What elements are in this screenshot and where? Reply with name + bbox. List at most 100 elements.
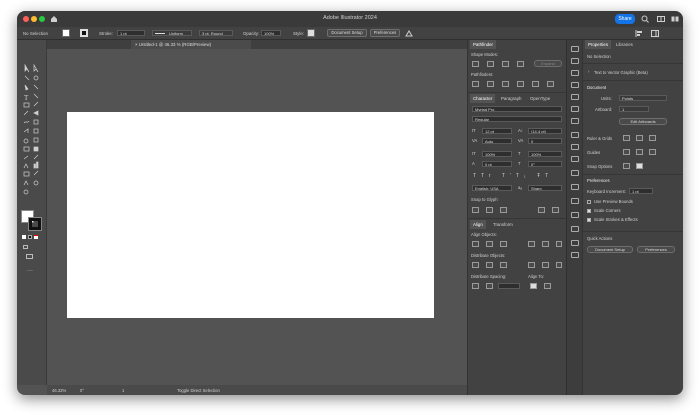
tab-opentype[interactable]: OpenType — [527, 94, 553, 103]
brushes-strip-icon[interactable] — [571, 94, 579, 100]
fill-swatch[interactable] — [62, 29, 70, 37]
minus-back-icon[interactable] — [547, 81, 554, 87]
snap-glyph-bounds-icon[interactable] — [500, 207, 507, 213]
document-setup-button[interactable]: Document Setup — [327, 29, 367, 37]
search-icon[interactable] — [641, 15, 649, 23]
character-rotation-field[interactable]: 0° — [528, 161, 562, 167]
gradient-mode-button[interactable] — [28, 235, 32, 239]
align-top-icon[interactable] — [528, 241, 535, 247]
brush-definition[interactable]: 3 pt. Round — [199, 30, 233, 36]
tab-libraries[interactable]: Libraries — [613, 40, 636, 49]
use-preview-bounds-checkbox[interactable] — [587, 200, 591, 204]
preferences-button[interactable]: Preferences — [370, 29, 400, 37]
smart-guides-icon[interactable] — [636, 149, 643, 155]
snap-point-icon[interactable] — [623, 163, 630, 169]
artboard-navigation[interactable]: 1 — [122, 388, 124, 393]
share-button[interactable]: Share — [615, 14, 635, 24]
edit-artboards-button[interactable]: Edit Artboards — [619, 118, 667, 125]
workspace-icon[interactable] — [657, 15, 665, 23]
dist-left-icon[interactable] — [528, 262, 535, 268]
tool-icons[interactable]: T — [17, 40, 47, 290]
unite-icon[interactable] — [472, 61, 479, 67]
stroke-strip-icon[interactable] — [571, 132, 579, 138]
canvas[interactable] — [47, 49, 465, 385]
grid-icon[interactable] — [636, 135, 643, 141]
font-size-field[interactable]: 12 pt — [482, 128, 512, 134]
leading-field[interactable]: (14.4 pt) — [528, 128, 562, 134]
text-to-vector-link[interactable]: Text to Vector Graphic (Beta) — [594, 70, 648, 75]
quick-document-setup-button[interactable]: Document Setup — [587, 246, 633, 253]
ruler-icon[interactable] — [623, 135, 630, 141]
spacing-field[interactable] — [498, 283, 520, 289]
tab-properties[interactable]: Properties — [585, 40, 612, 49]
keyboard-increment-field[interactable]: 1 pt — [629, 188, 653, 194]
align-to-selection-icon[interactable] — [530, 283, 537, 289]
more-tools-icon[interactable]: ··· — [27, 268, 33, 274]
appearance-strip-icon[interactable] — [571, 170, 579, 176]
stroke-weight-field[interactable]: 1 pt — [117, 30, 145, 36]
dist-top-icon[interactable] — [472, 262, 479, 268]
properties-strip-icon[interactable] — [571, 46, 579, 52]
graphic-styles-strip-icon[interactable] — [571, 118, 579, 124]
font-style-field[interactable]: Regular — [472, 116, 562, 122]
text-transform-icons[interactable]: TTr T'T₁ ŦT — [473, 173, 553, 179]
align-v-center-icon[interactable] — [542, 241, 549, 247]
artboard[interactable] — [67, 112, 434, 318]
align-right-edge-icon[interactable] — [500, 241, 507, 247]
transform-icon[interactable] — [405, 30, 413, 37]
dist-v-center-icon[interactable] — [486, 262, 493, 268]
snap-proximity-icon[interactable] — [538, 207, 545, 213]
rotation-view[interactable]: 0° — [80, 388, 84, 393]
color-guide-strip-icon[interactable] — [571, 198, 579, 204]
font-family-field[interactable]: Myriad Pro — [472, 106, 562, 112]
document-tab[interactable]: × Untitled-1 @ 46.33 % (RGB/Preview) — [131, 40, 251, 49]
stroke-swatch[interactable] — [80, 29, 88, 37]
align-left-icon[interactable] — [635, 30, 643, 37]
tab-pathfinder[interactable]: Pathfinder — [470, 40, 497, 49]
dist-right-icon[interactable] — [556, 262, 562, 268]
align-h-center-icon[interactable] — [486, 241, 493, 247]
units-dropdown[interactable]: Points — [619, 95, 667, 101]
tab-align[interactable]: Align — [470, 220, 486, 229]
opacity-field[interactable]: 100% — [261, 30, 281, 36]
dist-h-space-icon[interactable] — [486, 283, 493, 289]
snap-xheight-icon[interactable] — [486, 207, 493, 213]
align-left-edge-icon[interactable] — [472, 241, 479, 247]
tab-transform[interactable]: Transform — [490, 220, 516, 229]
panel-layout-icon[interactable] — [651, 30, 659, 37]
graphic-style-swatch[interactable] — [307, 29, 315, 37]
color-strip-icon[interactable] — [571, 184, 579, 190]
intersect-icon[interactable] — [502, 61, 509, 67]
snap-pixel-icon[interactable] — [636, 163, 643, 169]
tracking-field[interactable]: 0 — [528, 138, 562, 144]
antialias-field[interactable]: Sharp — [528, 185, 562, 191]
color-mode-button[interactable] — [22, 235, 26, 239]
guides-icon[interactable] — [623, 149, 630, 155]
trim-icon[interactable] — [487, 81, 494, 87]
artboard-dropdown[interactable]: 1 — [619, 106, 649, 112]
exclude-icon[interactable] — [517, 61, 524, 67]
variable-width-profile[interactable]: Uniform — [152, 30, 192, 36]
asset-export-strip-icon[interactable] — [571, 226, 579, 232]
tab-paragraph[interactable]: Paragraph — [498, 94, 525, 103]
expand-button[interactable]: Expand — [534, 60, 562, 67]
quick-preferences-button[interactable]: Preferences — [637, 246, 675, 253]
screen-mode-icon[interactable] — [26, 254, 33, 259]
chevron-right-icon[interactable]: › — [588, 69, 589, 74]
horizontal-scale-field[interactable]: 100% — [528, 151, 562, 157]
lock-guides-icon[interactable] — [649, 149, 656, 155]
dist-v-space-icon[interactable] — [472, 283, 479, 289]
transparency-strip-icon[interactable] — [571, 156, 579, 162]
arrange-icon[interactable] — [671, 15, 679, 23]
divide-icon[interactable] — [472, 81, 479, 87]
stroke-color-box[interactable] — [28, 217, 42, 231]
merge-icon[interactable] — [502, 81, 509, 87]
scale-corners-checkbox[interactable] — [587, 209, 591, 213]
artboards-strip-icon[interactable] — [571, 212, 579, 218]
swatches-strip-icon[interactable] — [571, 82, 579, 88]
kerning-field[interactable]: Auto — [482, 138, 512, 144]
align-bottom-icon[interactable] — [556, 241, 562, 247]
outline-icon[interactable] — [532, 81, 539, 87]
baseline-shift-field[interactable]: 0 pt — [482, 161, 512, 167]
vertical-scale-field[interactable]: 100% — [482, 151, 512, 157]
